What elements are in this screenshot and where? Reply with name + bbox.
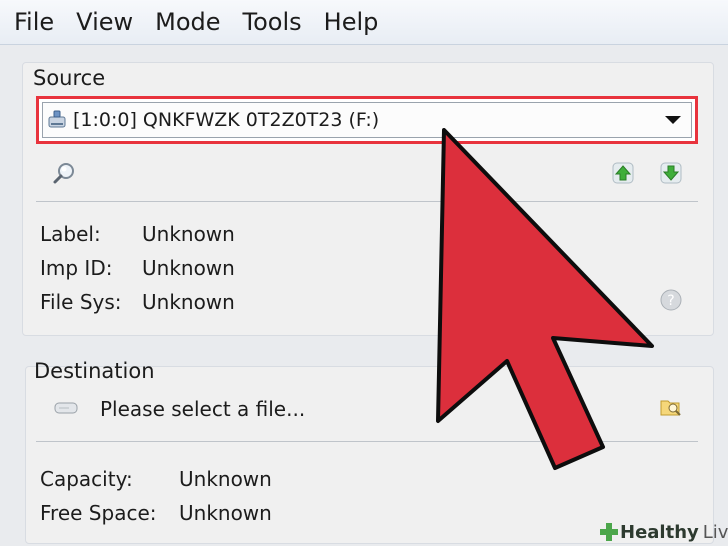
healthy-living-logo: Healthy Living bbox=[598, 518, 728, 546]
plus-icon bbox=[600, 523, 618, 541]
watermark-word-1: Healthy bbox=[620, 521, 699, 543]
watermark-word-2: Living bbox=[702, 521, 728, 543]
arrow-pointer bbox=[436, 128, 654, 470]
